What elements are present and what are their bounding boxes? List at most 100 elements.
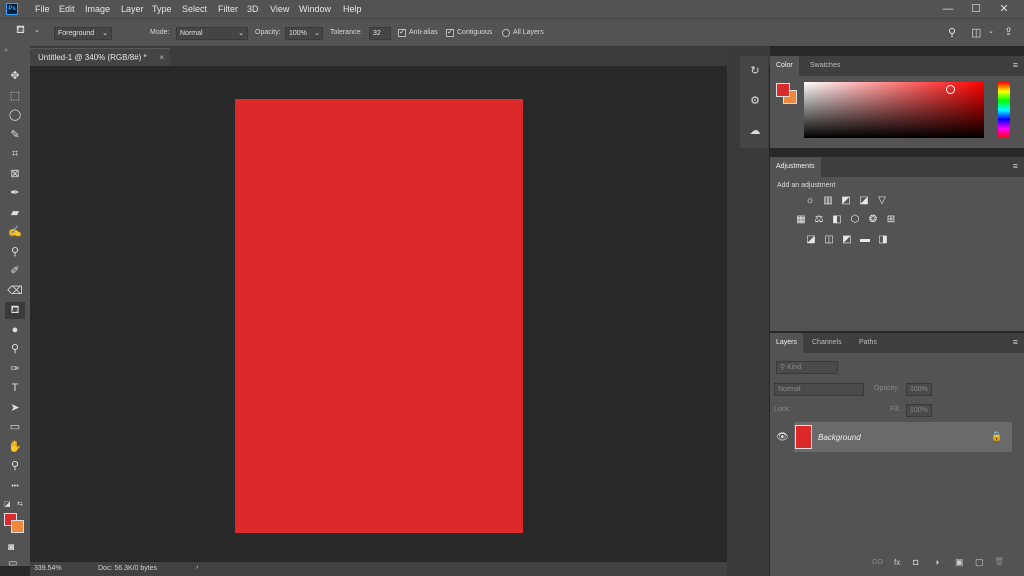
more-tools-icon[interactable]: ••• xyxy=(5,478,25,495)
eye-icon[interactable]: 👁 xyxy=(776,432,789,443)
exposure-icon[interactable]: ◪ xyxy=(858,195,870,207)
antialias-checkbox[interactable]: ✓ xyxy=(398,29,406,37)
menu-filter[interactable]: Filter xyxy=(218,0,238,18)
menu-layer[interactable]: Layer xyxy=(121,0,144,18)
share-icon[interactable]: ⇪ xyxy=(1004,25,1013,38)
new-layer-icon[interactable]: ▢ xyxy=(975,557,984,568)
brightness-icon[interactable]: ☼ xyxy=(804,195,816,207)
chevron-down-icon[interactable]: ⌄ xyxy=(34,26,40,34)
tab-layers[interactable]: Layers xyxy=(770,333,804,353)
invert-icon[interactable]: ◪ xyxy=(805,234,817,246)
dodge-tool-icon[interactable]: ⚲ xyxy=(5,341,25,358)
color-lookup-icon[interactable]: ⊞ xyxy=(885,214,897,226)
selective-color-icon[interactable]: ◨ xyxy=(877,234,889,246)
hue-slider[interactable] xyxy=(998,82,1010,138)
paint-bucket-preset-icon[interactable]: ⛾ xyxy=(16,24,25,38)
gradient-map-icon[interactable]: ▬ xyxy=(859,234,871,246)
posterize-icon[interactable]: ◫ xyxy=(823,234,835,246)
fill-source-select[interactable]: Foreground ⌄ xyxy=(54,27,112,40)
rectangle-tool-icon[interactable]: ▭ xyxy=(5,419,25,436)
layer-opacity-input[interactable]: 100% xyxy=(906,383,932,396)
menu-view[interactable]: View xyxy=(270,0,289,18)
minimize-button[interactable]: — xyxy=(938,0,958,18)
menu-file[interactable]: File xyxy=(35,0,50,18)
mode-select[interactable]: Normal ⌄ xyxy=(176,27,248,40)
eraser-tool-icon[interactable]: ⌫ xyxy=(5,283,25,300)
menu-select[interactable]: Select xyxy=(182,0,207,18)
healing-brush-tool-icon[interactable]: ▰ xyxy=(5,205,25,222)
panel-menu-icon[interactable]: ≡ xyxy=(1013,161,1018,171)
menu-type[interactable]: Type xyxy=(152,0,172,18)
new-group-icon[interactable]: ▣ xyxy=(955,557,964,568)
menu-help[interactable]: Help xyxy=(343,0,362,18)
hue-saturation-icon[interactable]: ▦ xyxy=(795,214,807,226)
history-panel-icon[interactable]: ↻ xyxy=(746,62,764,80)
layer-row-background[interactable]: Background 🔒 xyxy=(794,422,1012,452)
pen-tool-icon[interactable]: ✑ xyxy=(5,361,25,378)
paint-bucket-tool-icon[interactable]: ⛾ xyxy=(5,302,25,319)
background-color-swatch[interactable] xyxy=(11,520,24,533)
tab-paths[interactable]: Paths xyxy=(853,333,883,353)
lasso-tool-icon[interactable]: ◯ xyxy=(5,107,25,124)
layer-thumbnail[interactable] xyxy=(795,425,812,449)
clone-stamp-tool-icon[interactable]: ⚲ xyxy=(5,244,25,261)
tab-channels[interactable]: Channels xyxy=(806,333,848,353)
default-colors-icon[interactable]: ◪ xyxy=(4,500,11,508)
close-window-button[interactable]: ✕ xyxy=(994,0,1014,18)
add-mask-icon[interactable]: ◘ xyxy=(913,557,918,567)
threshold-icon[interactable]: ◩ xyxy=(841,234,853,246)
tab-adjustments[interactable]: Adjustments xyxy=(770,157,821,177)
screen-mode-icon[interactable]: ▭ xyxy=(8,558,17,569)
history-brush-tool-icon[interactable]: ✐ xyxy=(5,263,25,280)
move-tool-icon[interactable]: ✥ xyxy=(5,68,25,85)
marquee-tool-icon[interactable]: ⬚ xyxy=(5,88,25,105)
color-picker-handle[interactable] xyxy=(946,85,955,94)
document-canvas[interactable] xyxy=(235,99,523,533)
eyedropper-tool-icon[interactable]: ✒ xyxy=(5,185,25,202)
crop-tool-icon[interactable]: ⌗ xyxy=(5,146,25,163)
chevron-down-icon[interactable]: ⌄ xyxy=(988,27,994,35)
properties-panel-icon[interactable]: ⚙ xyxy=(746,92,764,110)
frame-tool-icon[interactable]: ⊠ xyxy=(5,166,25,183)
zoom-tool-icon[interactable]: ⚲ xyxy=(5,458,25,475)
panel-menu-icon[interactable]: ≡ xyxy=(1013,60,1018,70)
blend-mode-select[interactable]: Normal xyxy=(774,383,864,396)
hand-tool-icon[interactable]: ✋ xyxy=(5,439,25,456)
tab-color[interactable]: Color xyxy=(770,56,799,76)
panel-menu-icon[interactable]: ≡ xyxy=(1013,337,1018,347)
tolerance-input[interactable]: 32 xyxy=(369,27,391,40)
search-icon[interactable]: ⚲ xyxy=(948,26,956,39)
black-white-icon[interactable]: ◧ xyxy=(831,214,843,226)
workspace-icon[interactable]: ◫ xyxy=(971,26,981,39)
status-menu-arrow[interactable]: › xyxy=(196,564,198,571)
collapse-toolbar-icon[interactable]: » xyxy=(4,47,8,54)
menu-3d[interactable]: 3D xyxy=(247,0,259,18)
menu-window[interactable]: Window xyxy=(299,0,331,18)
delete-layer-icon[interactable]: 🗑 xyxy=(994,557,1004,566)
all-layers-checkbox[interactable] xyxy=(502,29,510,37)
zoom-level[interactable]: 339.54% xyxy=(34,565,62,572)
vibrance-icon[interactable]: ▽ xyxy=(876,195,888,207)
quick-select-tool-icon[interactable]: ✎ xyxy=(5,127,25,144)
maximize-button[interactable]: ☐ xyxy=(966,0,986,18)
menu-image[interactable]: Image xyxy=(85,0,110,18)
tab-swatches[interactable]: Swatches xyxy=(804,56,846,76)
levels-icon[interactable]: ▥ xyxy=(822,195,834,207)
panel-foreground-swatch[interactable] xyxy=(776,83,790,97)
opacity-input[interactable]: 100% ⌄ xyxy=(285,27,323,40)
photo-filter-icon[interactable]: ⬡ xyxy=(849,214,861,226)
curves-icon[interactable]: ◩ xyxy=(840,195,852,207)
swap-colors-icon[interactable]: ⇆ xyxy=(17,500,23,508)
document-tab[interactable]: Untitled-1 @ 340% (RGB/8#) * × xyxy=(30,48,170,66)
layer-filter-select[interactable]: ⚲ Kind xyxy=(776,361,838,374)
path-select-tool-icon[interactable]: ➤ xyxy=(5,400,25,417)
quick-mask-icon[interactable]: ◙ xyxy=(8,542,14,553)
channel-mixer-icon[interactable]: ❂ xyxy=(867,214,879,226)
type-tool-icon[interactable]: T xyxy=(5,380,25,397)
link-layers-icon[interactable]: GO xyxy=(872,559,883,566)
close-tab-icon[interactable]: × xyxy=(159,49,164,66)
color-field[interactable] xyxy=(804,82,984,138)
layer-fill-input[interactable]: 100% xyxy=(906,404,932,417)
blur-tool-icon[interactable]: ● xyxy=(5,322,25,339)
contiguous-checkbox[interactable]: ✓ xyxy=(446,29,454,37)
